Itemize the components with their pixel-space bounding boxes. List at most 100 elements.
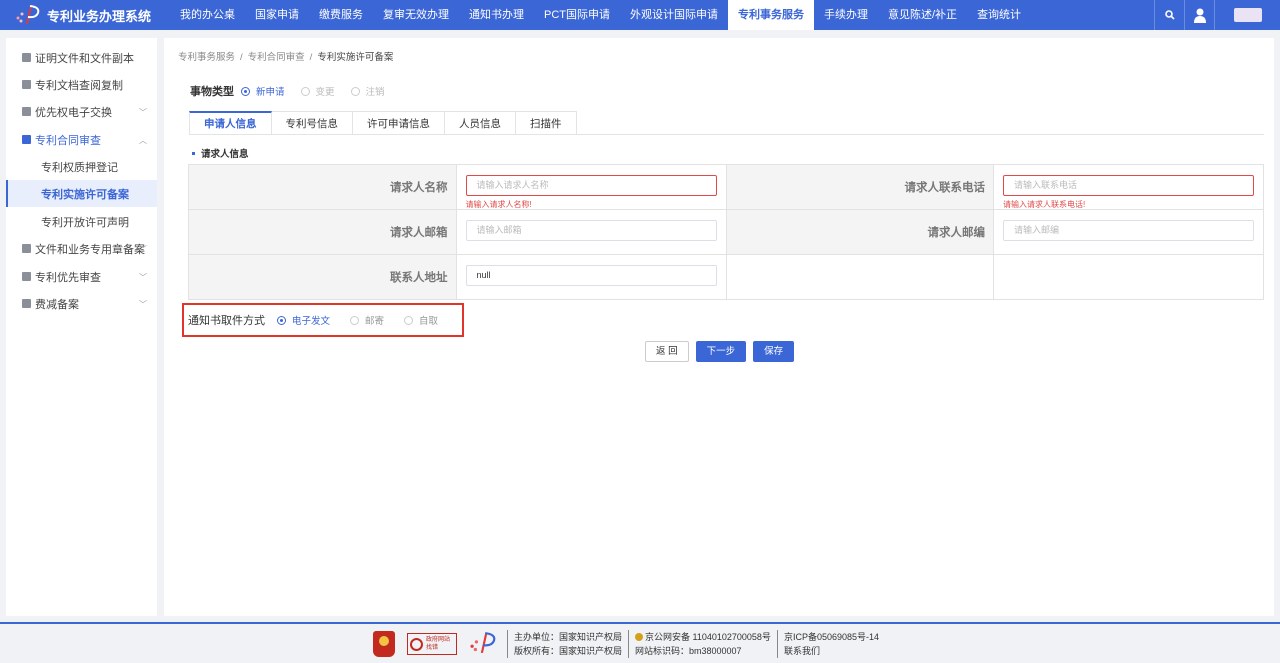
gov-site-error-link[interactable]: 政府网站 找错 [407, 633, 457, 655]
tab-patent-number-info[interactable]: 专利号信息 [271, 111, 353, 135]
cnipa-footer-logo-icon [467, 631, 499, 658]
breadcrumb-item[interactable]: 专利事务服务 [178, 52, 235, 63]
radio-icon [404, 315, 414, 325]
breadcrumb-current: 专利实施许可备案 [317, 52, 394, 63]
radio-cancel[interactable]: 注销 [350, 84, 385, 98]
sidebar-item[interactable]: 专利文档查阅复制 [6, 71, 157, 98]
sidebar-item[interactable]: 专利实施许可备案 [6, 180, 157, 207]
sidebar-item[interactable]: 专利优先审查 ﹀ [6, 263, 157, 290]
user-button[interactable] [1184, 0, 1214, 30]
sidebar: 证明文件和文件副本 专利文档查阅复制 优先权电子交换 ﹀ 专利合同审查 ︿ 专利权质押登记专… [6, 38, 157, 616]
section-title-text: 请求人信息 [201, 149, 249, 160]
exchange-icon [22, 107, 31, 116]
nav-query-statistics[interactable]: 查询统计 [967, 0, 1031, 30]
requester-phone-input[interactable]: 请输入联系电话 [1003, 175, 1254, 196]
search-button[interactable] [1154, 0, 1184, 30]
footer-host-info: 主办单位：国家知识产权局 版权所有：国家知识产权局 [507, 630, 628, 658]
main-panel: 专利事务服务 / 专利合同审查 / 专利实施许可备案 事物类型 新申请 变更 注销 申请… [164, 38, 1274, 616]
form-tabs: 申请人信息 专利号信息 许可申请信息 人员信息 扫描件 [189, 111, 577, 135]
tab-personnel-info[interactable]: 人员信息 [445, 111, 516, 135]
requester-name-input[interactable]: 请输入请求人名称 [465, 175, 717, 196]
radio-label: 注销 [365, 87, 385, 98]
nav-national-application[interactable]: 国家申请 [245, 0, 309, 30]
footer-contact-link[interactable]: 联系我们 [784, 644, 879, 658]
radio-new-application[interactable]: 新申请 [241, 84, 285, 98]
contact-address-label: 联系人地址 [188, 254, 457, 300]
nav-my-desk[interactable]: 我的办公桌 [170, 0, 245, 30]
breadcrumb-separator: / [240, 52, 243, 63]
tab-license-application-info[interactable]: 许可申请信息 [353, 111, 445, 135]
nav-fee-service[interactable]: 缴费服务 [309, 0, 373, 30]
chevron-down-icon: ﹀ [139, 273, 147, 282]
requester-postcode-input[interactable]: 请输入邮编 [1003, 220, 1254, 241]
app-title: 专利业务办理系统 [47, 8, 152, 24]
priority-icon [22, 272, 31, 281]
search-icon [1164, 10, 1175, 20]
radio-mail[interactable]: 邮寄 [350, 313, 384, 327]
sidebar-item[interactable]: 证明文件和文件副本 [6, 44, 157, 71]
party-emblem-icon[interactable] [373, 631, 395, 657]
footer-icp[interactable]: 京ICP备05069085号-14 [784, 630, 879, 644]
sidebar-item-label: 专利合同审查 [35, 134, 101, 147]
nav-notification[interactable]: 通知书办理 [459, 0, 534, 30]
nav-patent-affairs[interactable]: 专利事务服务 [728, 0, 814, 30]
nav-opinion-statement[interactable]: 意见陈述/补正 [878, 0, 967, 30]
radio-label: 新申请 [256, 87, 285, 98]
sidebar-item[interactable]: 专利合同审查 ︿ [6, 126, 157, 153]
tab-applicant-info[interactable]: 申请人信息 [189, 111, 272, 135]
top-navbar: 专利业务办理系统 我的办公桌 国家申请 缴费服务 复审无效办理 通知书办理 PCT国际申请… [0, 0, 1280, 30]
sidebar-item-label: 证明文件和文件副本 [35, 52, 134, 65]
sidebar-item-label: 专利优先审查 [35, 271, 101, 284]
fee-icon [22, 299, 31, 308]
requester-email-label: 请求人邮箱 [188, 209, 457, 255]
radio-label: 电子发文 [292, 316, 331, 327]
requester-name-error: 请输入请求人名称! [465, 200, 532, 209]
nav-design-international[interactable]: 外观设计国际申请 [620, 0, 728, 30]
requester-phone-label: 请求人联系电话 [725, 164, 994, 210]
chevron-down-icon: ﹀ [139, 108, 147, 117]
delivery-method-label: 通知书取件方式 [188, 315, 265, 327]
sidebar-item[interactable]: 文件和业务专用章备案 ﹀ [6, 235, 157, 262]
avatar [1233, 8, 1262, 22]
nav-reexamination[interactable]: 复审无效办理 [373, 0, 459, 30]
radio-electronic[interactable]: 电子发文 [277, 313, 330, 327]
footer-copyright: 版权所有：国家知识产权局 [514, 646, 623, 656]
requester-form: 请求人名称 请输入请求人名称 请输入请求人名称! 请求人联系电话 请输入联系电话… [188, 164, 1264, 300]
footer-site-code: 网站标识码：bm38000007 [635, 646, 742, 656]
user-icon [1193, 8, 1206, 23]
delivery-method-row: 通知书取件方式 电子发文 邮寄 自取 [182, 303, 464, 337]
back-button[interactable]: 返 回 [645, 341, 689, 362]
chevron-down-icon: ﹀ [139, 300, 147, 309]
nav-procedures[interactable]: 手续办理 [814, 0, 878, 30]
footer-host: 主办单位：国家知识产权局 [514, 632, 623, 642]
requester-email-input[interactable]: 请输入邮箱 [465, 220, 717, 241]
radio-label: 自取 [419, 316, 439, 327]
contract-icon [22, 135, 31, 144]
user-avatar[interactable] [1214, 0, 1280, 30]
chevron-down-icon: ﹀ [139, 245, 147, 254]
sidebar-item[interactable]: 优先权电子交换 ﹀ [6, 98, 157, 125]
next-button[interactable]: 下一步 [695, 341, 747, 362]
radio-change[interactable]: 变更 [300, 84, 335, 98]
magnifier-icon [410, 637, 423, 651]
contact-address-input[interactable]: null [465, 265, 717, 286]
gov-site-text: 政府网站 [426, 637, 451, 643]
brand[interactable]: 专利业务办理系统 [0, 4, 170, 26]
sidebar-item-label: 专利文档查阅复制 [35, 79, 123, 92]
save-button[interactable]: 保存 [753, 341, 795, 362]
action-buttons: 返 回 下一步 保存 [645, 341, 801, 362]
sidebar-item[interactable]: 专利开放许可声明 [6, 208, 157, 235]
sidebar-item-label: 专利权质押登记 [41, 161, 118, 174]
sidebar-item-label: 费减备案 [35, 298, 79, 311]
sidebar-item[interactable]: 专利权质押登记 [6, 153, 157, 180]
tab-scanned-files[interactable]: 扫描件 [516, 111, 577, 135]
footer-security[interactable]: 京公网安备 11040102700058号 [645, 632, 771, 642]
empty-cell [725, 254, 994, 300]
nav-pct[interactable]: PCT国际申请 [534, 0, 620, 30]
matter-type-label: 事物类型 [190, 86, 234, 98]
breadcrumb-item[interactable]: 专利合同审查 [248, 52, 305, 63]
sidebar-item[interactable]: 费减备案 ﹀ [6, 290, 157, 317]
police-badge-icon [635, 633, 644, 641]
radio-self-pickup[interactable]: 自取 [404, 313, 438, 327]
requester-phone-error: 请输入请求人联系电话! [1003, 200, 1086, 209]
